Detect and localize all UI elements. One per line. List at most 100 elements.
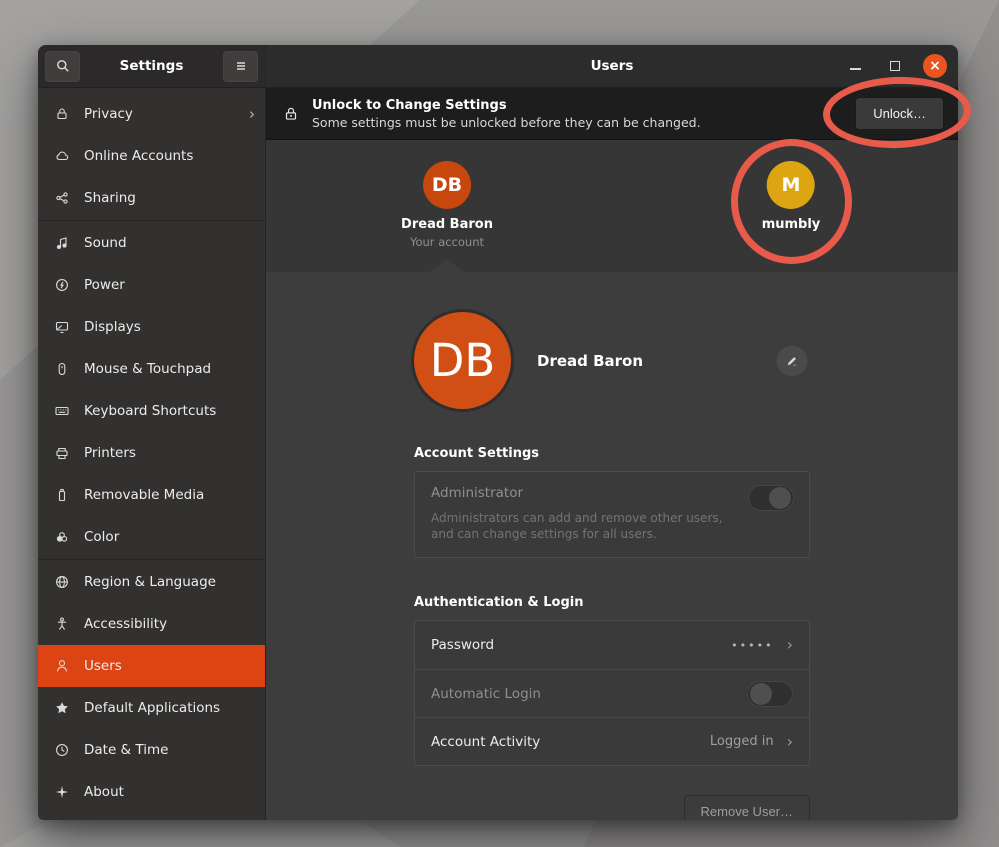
keyboard-icon [53, 403, 70, 420]
user-chip-dread-baron[interactable]: DB Dread Baron Your account [401, 161, 493, 249]
sidebar-item-label: Date & Time [84, 742, 168, 758]
authentication-card: Password ••••• › Automatic Login Acco [414, 620, 810, 766]
sidebar-separator [38, 559, 265, 560]
remove-user-button[interactable]: Remove User… [684, 795, 810, 820]
automatic-login-row: Automatic Login [415, 669, 809, 717]
app-title: Settings [80, 58, 223, 74]
globe-icon [53, 574, 70, 591]
music-note-icon [53, 235, 70, 252]
maximize-button[interactable] [883, 54, 907, 78]
search-icon [55, 58, 71, 74]
mouse-icon [53, 361, 70, 378]
chevron-right-icon: › [787, 734, 793, 750]
sidebar-item-label: Online Accounts [84, 148, 193, 164]
password-row[interactable]: Password ••••• › [415, 621, 809, 669]
sidebar-item-users[interactable]: Users [38, 645, 265, 687]
sidebar-item-label: Removable Media [84, 487, 204, 503]
toggle-knob [750, 683, 772, 705]
sidebar-item-label: Users [84, 658, 122, 674]
banner-subtitle: Some settings must be unlocked before th… [312, 115, 701, 130]
account-activity-label: Account Activity [431, 734, 540, 750]
automatic-login-toggle[interactable] [747, 681, 793, 707]
user-name: mumbly [762, 217, 821, 232]
sidebar-item-power[interactable]: Power [38, 264, 265, 306]
sparkle-icon [53, 784, 70, 801]
sidebar-item-online-accounts[interactable]: Online Accounts [38, 135, 265, 177]
sidebar-item-region-language[interactable]: Region & Language [38, 561, 265, 603]
selected-user-arrow [430, 259, 464, 272]
lock-icon [53, 106, 70, 123]
sidebar-item-label: Region & Language [84, 574, 216, 590]
sidebar-item-printers[interactable]: Printers [38, 432, 265, 474]
sidebar-item-about[interactable]: About [38, 771, 265, 813]
search-button[interactable] [45, 51, 80, 82]
star-icon [53, 700, 70, 717]
display-icon [53, 319, 70, 336]
hamburger-icon [233, 58, 249, 74]
sidebar-item-label: Displays [84, 319, 141, 335]
sidebar-item-mouse-touchpad[interactable]: Mouse & Touchpad [38, 348, 265, 390]
automatic-login-label: Automatic Login [431, 686, 541, 702]
sidebar-item-color[interactable]: Color [38, 516, 265, 558]
titlebar: Users × [266, 45, 958, 88]
lock-icon [282, 105, 300, 123]
footer-actions: Remove User… [414, 795, 810, 820]
share-icon [53, 190, 70, 207]
avatar[interactable]: DB [414, 312, 511, 409]
user-subtitle: Your account [401, 235, 493, 249]
color-circles-icon [53, 529, 70, 546]
person-icon [53, 658, 70, 675]
sidebar-list: Privacy › Online Accounts Sharing Sound … [38, 88, 265, 820]
minimize-icon [850, 68, 861, 70]
sidebar-item-sound[interactable]: Sound [38, 222, 265, 264]
sidebar-item-label: Privacy [84, 106, 133, 122]
pencil-icon [785, 354, 799, 368]
sidebar-item-privacy[interactable]: Privacy › [38, 93, 265, 135]
password-label: Password [431, 637, 494, 653]
sidebar-item-keyboard-shortcuts[interactable]: Keyboard Shortcuts [38, 390, 265, 432]
banner-text: Unlock to Change Settings Some settings … [312, 98, 701, 130]
user-carousel: DB Dread Baron Your account M mumbly [266, 140, 958, 272]
sidebar-item-date-time[interactable]: Date & Time [38, 729, 265, 771]
minimize-button[interactable] [843, 54, 867, 78]
chevron-right-icon: › [249, 107, 255, 122]
page-title: Users [591, 58, 634, 74]
sidebar-item-label: Mouse & Touchpad [84, 361, 211, 377]
sidebar-item-label: Printers [84, 445, 136, 461]
flash-drive-icon [53, 487, 70, 504]
sidebar-item-accessibility[interactable]: Accessibility [38, 603, 265, 645]
unlock-banner: Unlock to Change Settings Some settings … [266, 88, 958, 140]
sidebar-item-removable-media[interactable]: Removable Media [38, 474, 265, 516]
rename-button[interactable] [776, 345, 808, 377]
settings-window: Settings Privacy › Online Accounts Shari… [38, 45, 958, 820]
main-panel: Users × Unlock to Change Settings Some s… [266, 45, 958, 820]
clock-icon [53, 742, 70, 759]
section-heading-authentication-login: Authentication & Login [414, 595, 810, 610]
close-icon: × [929, 59, 941, 73]
sidebar-item-label: Color [84, 529, 119, 545]
sidebar-separator [38, 220, 265, 221]
administrator-card: Administrator Administrators can add and… [414, 471, 810, 558]
account-activity-value: Logged in [710, 734, 774, 749]
sidebar-item-label: Sharing [84, 190, 136, 206]
close-button[interactable]: × [923, 54, 947, 78]
sidebar-item-default-applications[interactable]: Default Applications [38, 687, 265, 729]
sidebar-item-label: Power [84, 277, 125, 293]
password-dots: ••••• [731, 639, 773, 652]
avatar: DB [423, 161, 471, 209]
account-activity-row[interactable]: Account Activity Logged in › [415, 717, 809, 765]
user-detail-content: DB Dread Baron Account Settings Administ… [266, 272, 958, 820]
administrator-toggle[interactable] [748, 485, 794, 511]
unlock-button[interactable]: Unlock… [855, 97, 944, 130]
user-name: Dread Baron [401, 217, 493, 232]
accessibility-icon [53, 616, 70, 633]
administrator-description: Administrators can add and remove other … [431, 510, 739, 542]
user-chip-mumbly[interactable]: M mumbly [762, 161, 821, 232]
banner-title: Unlock to Change Settings [312, 98, 701, 113]
profile-row: DB Dread Baron [414, 312, 810, 409]
sidebar-item-sharing[interactable]: Sharing [38, 177, 265, 219]
menu-button[interactable] [223, 51, 258, 82]
maximize-icon [890, 61, 900, 71]
sidebar-item-displays[interactable]: Displays [38, 306, 265, 348]
cloud-icon [53, 148, 70, 165]
